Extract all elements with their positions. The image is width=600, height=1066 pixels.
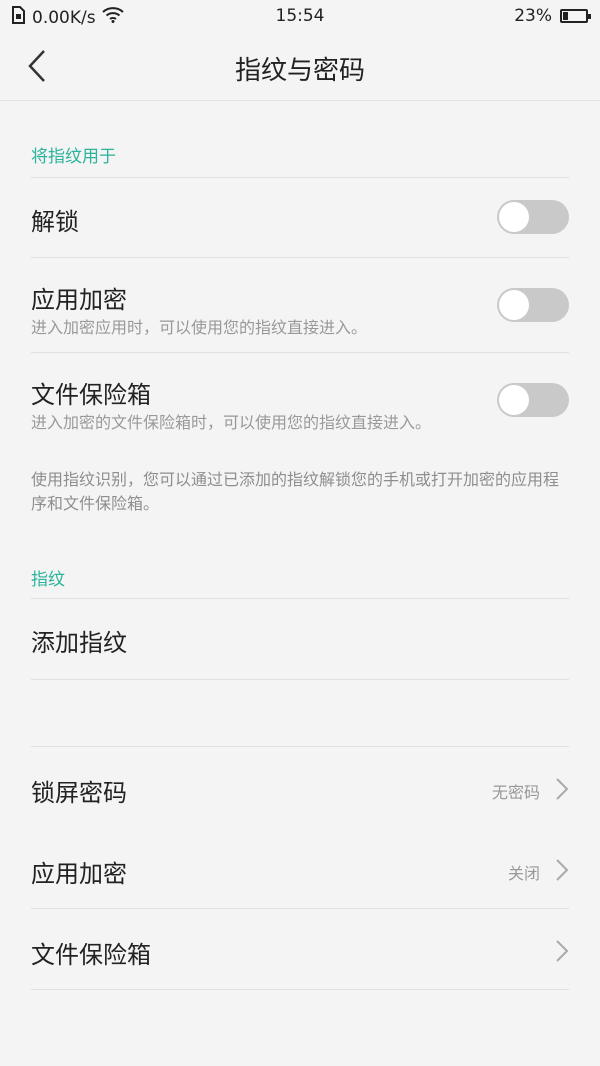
toggle-knob [499,202,529,232]
row-file-vault-subtitle: 进入加密的文件保险箱时，可以使用您的指纹直接进入。 [31,413,432,432]
divider [31,989,569,990]
row-app-lock-value: 关闭 [507,864,540,883]
row-app-encrypt-subtitle: 进入加密应用时，可以使用您的指纹直接进入。 [31,318,368,337]
chevron-right-icon [556,778,569,800]
row-app-lock-label: 应用加密 [31,860,127,888]
row-file-vault[interactable]: 文件保险箱 进入加密的文件保险箱时，可以使用您的指纹直接进入。 [0,353,600,447]
row-file-safe-label: 文件保险箱 [31,941,151,969]
fingerprint-description: 使用指纹识别，您可以通过已添加的指纹解锁您的手机或打开加密的应用程序和文件保险箱… [31,470,560,513]
section-header-fingerprints: 指纹 [31,570,65,590]
clock: 15:54 [275,6,325,26]
row-app-encrypt-label: 应用加密 [31,286,127,314]
status-right: 23% [514,6,591,26]
divider [31,679,569,680]
file-vault-toggle[interactable] [497,383,569,417]
section-header-usage: 将指纹用于 [31,147,116,167]
row-lock-screen-password-value: 无密码 [491,783,540,802]
row-lock-screen-password-label: 锁屏密码 [31,779,127,807]
row-app-encrypt[interactable]: 应用加密 进入加密应用时，可以使用您的指纹直接进入。 [0,258,600,352]
status-bar: 0.00K/s 15:54 23% [0,0,600,32]
row-file-vault-label: 文件保险箱 [31,381,151,409]
row-unlock-label: 解锁 [31,208,79,236]
row-unlock[interactable]: 解锁 [0,178,600,257]
row-file-safe[interactable]: 文件保险箱 [0,909,600,989]
row-lock-screen-password[interactable]: 锁屏密码 无密码 [0,747,600,827]
toggle-knob [499,290,529,320]
chevron-right-icon [556,859,569,881]
toggle-knob [499,385,529,415]
app-encrypt-toggle[interactable] [497,288,569,322]
chevron-right-icon [556,940,569,962]
title-bar: 指纹与密码 [0,32,600,101]
add-fingerprint-row[interactable]: 添加指纹 [0,599,600,679]
add-fingerprint-label: 添加指纹 [31,629,127,657]
unlock-toggle[interactable] [497,200,569,234]
battery-icon [560,9,591,23]
row-app-lock[interactable]: 应用加密 关闭 [0,828,600,908]
battery-fill [563,12,568,20]
battery-percent: 23% [514,6,552,26]
page-title: 指纹与密码 [234,56,365,86]
